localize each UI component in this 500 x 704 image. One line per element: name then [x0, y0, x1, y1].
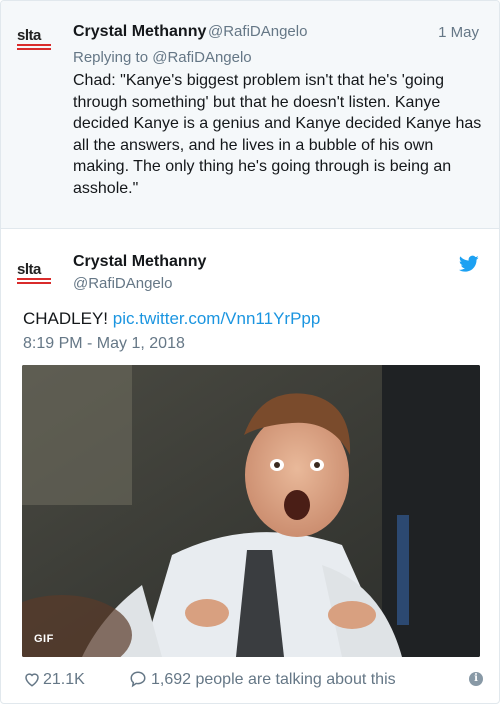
media-link[interactable]: pic.twitter.com/Vnn11YrPpp	[113, 309, 321, 328]
gif-badge: GIF	[34, 633, 54, 645]
reply-bubble-icon[interactable]	[129, 670, 147, 688]
author-name[interactable]: Crystal Methanny	[73, 253, 206, 271]
tweet-date[interactable]: 1 May	[438, 24, 479, 41]
tweet-actions: 21.1K 1,692 people are talking about thi…	[23, 669, 483, 691]
avatar[interactable]: slta	[15, 21, 55, 61]
avatar-logo-text: slta	[17, 27, 41, 44]
author-name[interactable]: Crystal Methanny	[73, 23, 206, 41]
gif-media[interactable]: GIF	[22, 365, 480, 657]
tweet-text: Chad: "Kanye's biggest problem isn't tha…	[73, 72, 482, 197]
avatar-logo-stripe	[17, 44, 51, 46]
avatar-logo-text: slta	[17, 261, 41, 278]
author-handle[interactable]: @RafiDAngelo	[73, 275, 172, 292]
like-count[interactable]: 21.1K	[43, 671, 85, 689]
avatar-logo-stripe	[17, 282, 51, 284]
heart-icon[interactable]	[23, 670, 41, 688]
avatar-logo-stripe	[17, 48, 51, 50]
replying-to[interactable]: Replying to @RafiDAngelo	[73, 49, 252, 66]
embedded-tweet-card: slta Crystal Methanny @RafiDAngelo 1 May…	[0, 0, 500, 704]
tweet-text: CHADLEY! pic.twitter.com/Vnn11YrPpp	[23, 309, 320, 329]
author-handle[interactable]: @RafiDAngelo	[208, 23, 307, 40]
info-icon[interactable]: i	[469, 672, 483, 686]
conversation-count[interactable]: 1,692 people are talking about this	[151, 671, 396, 689]
gif-frame-illustration	[22, 365, 480, 657]
avatar-logo-stripe	[17, 278, 51, 280]
parent-tweet[interactable]: slta Crystal Methanny @RafiDAngelo 1 May…	[1, 1, 499, 229]
tweet-text-body: CHADLEY!	[23, 309, 109, 328]
twitter-bird-icon[interactable]	[459, 255, 479, 273]
tweet-timestamp[interactable]: 8:19 PM - May 1, 2018	[23, 335, 185, 353]
avatar[interactable]: slta	[15, 255, 55, 295]
